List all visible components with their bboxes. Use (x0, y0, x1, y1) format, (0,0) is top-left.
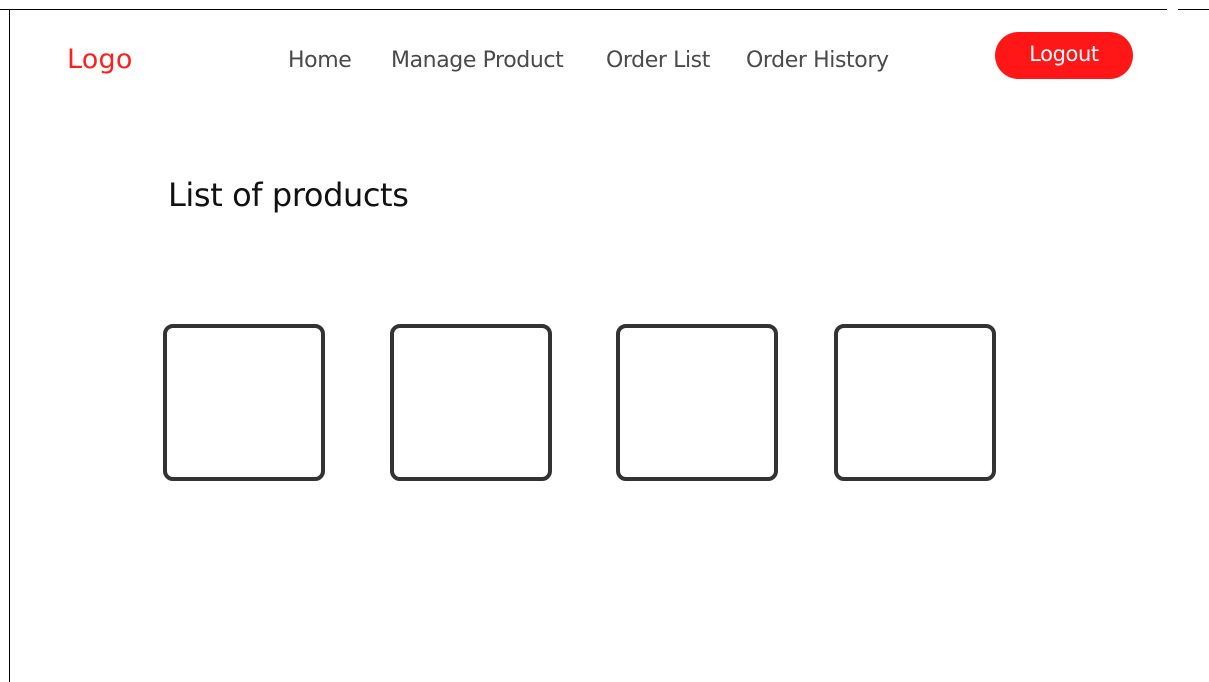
product-card[interactable] (616, 324, 778, 481)
product-card[interactable] (163, 324, 325, 481)
nav-manage-product-link[interactable]: Manage Product (391, 46, 564, 76)
product-card[interactable] (390, 324, 552, 481)
logout-button[interactable]: Logout (995, 32, 1133, 79)
product-card[interactable] (834, 324, 996, 481)
nav-home-link[interactable]: Home (288, 46, 352, 76)
page-title: List of products (168, 176, 409, 214)
frame-border-left (9, 9, 10, 682)
logo[interactable]: Logo (67, 44, 133, 76)
frame-border-top-right (1178, 9, 1209, 10)
nav-order-history-link[interactable]: Order History (746, 46, 889, 76)
frame-border-top (0, 9, 1167, 10)
nav-order-list-link[interactable]: Order List (606, 46, 710, 76)
